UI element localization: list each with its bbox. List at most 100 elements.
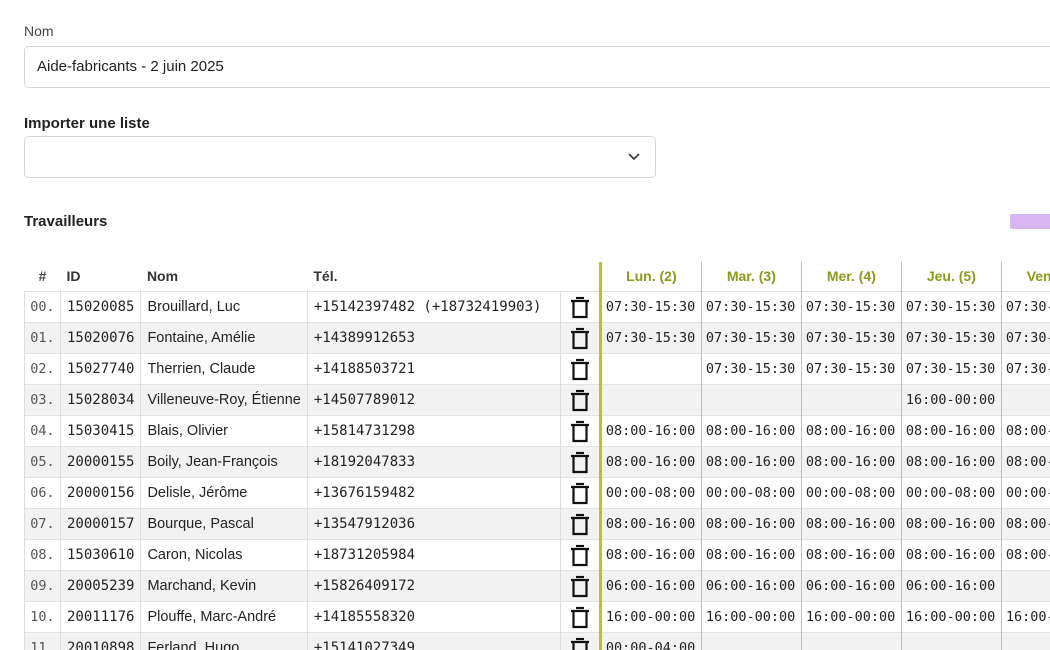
shift-cell[interactable]: 07:30-15:30 <box>700 290 802 322</box>
col-header-day[interactable]: Mar. (3) <box>700 262 802 291</box>
shift-cell[interactable]: 06:00-16:00 <box>700 569 802 601</box>
worker-id: 15020085 <box>60 290 142 322</box>
worker-id: 15030610 <box>60 538 142 570</box>
shift-cell[interactable]: 16:00-00:00 <box>700 600 802 632</box>
shift-cell[interactable]: 08:00-16:00 <box>598 445 702 477</box>
import-list-select[interactable] <box>24 136 656 178</box>
delete-row-button[interactable] <box>560 631 601 650</box>
shift-cell[interactable] <box>1000 383 1050 415</box>
table-row[interactable]: 00. 15020085 Brouillard, Luc +15142397482 (… <box>24 290 1050 322</box>
shift-cell[interactable] <box>700 383 802 415</box>
shift-cell[interactable] <box>800 383 902 415</box>
shift-cell[interactable]: 00:00-08:00 <box>800 476 902 508</box>
delete-row-button[interactable] <box>560 352 601 384</box>
shift-cell[interactable]: 00:00-08:00 <box>1000 476 1050 508</box>
shift-cell[interactable]: 16:00-00:00 <box>1000 600 1050 632</box>
delete-row-button[interactable] <box>560 600 601 632</box>
shift-cell[interactable]: 08:00-16:00 <box>598 414 702 446</box>
shift-cell[interactable]: 07:30-15:30 <box>598 290 702 322</box>
shift-cell[interactable]: 16:00-00:00 <box>900 383 1002 415</box>
shift-cell[interactable]: 08:00-16:00 <box>900 538 1002 570</box>
shift-cell[interactable] <box>1000 569 1050 601</box>
shift-cell[interactable]: 00:00-08:00 <box>598 476 702 508</box>
col-header-id[interactable]: ID <box>60 262 141 291</box>
table-row[interactable]: 10. 20011176 Plouffe, Marc-André +141855583… <box>24 600 1050 632</box>
name-input[interactable]: Aide-fabricants - 2 juin 2025 <box>24 46 1050 88</box>
shift-cell[interactable]: 08:00-16:00 <box>1000 445 1050 477</box>
delete-row-button[interactable] <box>560 569 601 601</box>
delete-row-button[interactable] <box>560 476 601 508</box>
shift-cell[interactable]: 08:00-16:00 <box>800 414 902 446</box>
table-row[interactable]: 04. 15030415 Blais, Olivier +15814731298 08:… <box>24 414 1050 446</box>
shift-cell[interactable]: 07:30-15:30 <box>800 321 902 353</box>
table-row[interactable]: 07. 20000157 Bourque, Pascal +13547912036 08… <box>24 507 1050 539</box>
delete-row-button[interactable] <box>560 383 601 415</box>
shift-cell[interactable]: 08:00-16:00 <box>598 538 702 570</box>
shift-cell[interactable]: 07:30-15:30 <box>900 290 1002 322</box>
col-header-day[interactable]: Mer. (4) <box>800 262 902 291</box>
shift-cell[interactable]: 08:00-16:00 <box>1000 538 1050 570</box>
shift-cell[interactable]: 08:00-16:00 <box>700 414 802 446</box>
shift-cell[interactable]: 08:00-16:00 <box>900 414 1002 446</box>
table-row[interactable]: 01. 15020076 Fontaine, Amélie +14389912653 0… <box>24 321 1050 353</box>
shift-cell[interactable]: 08:00-16:00 <box>700 445 802 477</box>
shift-cell[interactable]: 06:00-16:00 <box>598 569 702 601</box>
col-header-nom[interactable]: Nom <box>140 262 308 291</box>
shift-cell[interactable]: 07:30-15:30 <box>598 321 702 353</box>
row-number: 03. <box>24 383 61 415</box>
shift-cell[interactable] <box>700 631 802 650</box>
shift-cell[interactable]: 07:30-15:30 <box>800 290 902 322</box>
col-header-day[interactable]: Ven. (6) <box>1000 262 1050 291</box>
col-header-day[interactable]: Lun. (2) <box>598 262 702 291</box>
shift-cell[interactable]: 08:00-16:00 <box>700 507 802 539</box>
shift-cell[interactable] <box>1000 631 1050 650</box>
shift-cell[interactable]: 08:00-16:00 <box>800 445 902 477</box>
delete-row-button[interactable] <box>560 538 601 570</box>
table-row[interactable]: 09. 20005239 Marchand, Kevin +15826409172 06… <box>24 569 1050 601</box>
table-row[interactable]: 05. 20000155 Boily, Jean-François +18192047… <box>24 445 1050 477</box>
shift-cell[interactable]: 00:00-04:00 <box>598 631 702 650</box>
shift-cell[interactable]: 07:30-15:30 <box>1000 352 1050 384</box>
shift-cell[interactable]: 08:00-16:00 <box>700 538 802 570</box>
shift-cell[interactable]: 08:00-16:00 <box>800 507 902 539</box>
delete-row-button[interactable] <box>560 414 601 446</box>
shift-cell[interactable] <box>598 383 702 415</box>
shift-cell[interactable] <box>598 352 702 384</box>
shift-cell[interactable]: 07:30-15:30 <box>700 321 802 353</box>
delete-row-button[interactable] <box>560 290 601 322</box>
shift-cell[interactable]: 06:00-16:00 <box>900 569 1002 601</box>
delete-row-button[interactable] <box>560 445 601 477</box>
shift-cell[interactable]: 07:30-15:30 <box>1000 290 1050 322</box>
table-row[interactable]: 06. 20000156 Delisle, Jérôme +13676159482 00… <box>24 476 1050 508</box>
shift-cell[interactable]: 08:00-16:00 <box>900 445 1002 477</box>
table-row[interactable]: 11. 20010898 Ferland, Hugo +15141027349 00:0… <box>24 631 1050 650</box>
table-row[interactable]: 02. 15027740 Therrien, Claude +14188503721 0… <box>24 352 1050 384</box>
shift-cell[interactable]: 08:00-16:00 <box>1000 507 1050 539</box>
shift-cell[interactable]: 16:00-00:00 <box>598 600 702 632</box>
shift-cell[interactable]: 16:00-00:00 <box>800 600 902 632</box>
worker-phone: +13676159482 <box>307 476 561 508</box>
shift-cell[interactable]: 07:30-15:30 <box>700 352 802 384</box>
shift-cell[interactable]: 08:00-16:00 <box>1000 414 1050 446</box>
add-worker-button[interactable] <box>1010 214 1050 229</box>
worker-id: 20010898 <box>60 631 142 650</box>
delete-row-button[interactable] <box>560 321 601 353</box>
delete-row-button[interactable] <box>560 507 601 539</box>
table-row[interactable]: 08. 15030610 Caron, Nicolas +18731205984 08:… <box>24 538 1050 570</box>
shift-cell[interactable] <box>800 631 902 650</box>
shift-cell[interactable]: 00:00-08:00 <box>900 476 1002 508</box>
shift-cell[interactable]: 08:00-16:00 <box>800 538 902 570</box>
shift-cell[interactable] <box>900 631 1002 650</box>
shift-cell[interactable]: 08:00-16:00 <box>598 507 702 539</box>
shift-cell[interactable]: 07:30-15:30 <box>800 352 902 384</box>
shift-cell[interactable]: 00:00-08:00 <box>700 476 802 508</box>
table-row[interactable]: 03. 15028034 Villeneuve-Roy, Étienne +14507… <box>24 383 1050 415</box>
shift-cell[interactable]: 07:30-15:30 <box>900 352 1002 384</box>
col-header-tel[interactable]: Tél. <box>307 262 561 291</box>
col-header-day[interactable]: Jeu. (5) <box>900 262 1002 291</box>
shift-cell[interactable]: 07:30-15:30 <box>900 321 1002 353</box>
shift-cell[interactable]: 08:00-16:00 <box>900 507 1002 539</box>
shift-cell[interactable]: 16:00-00:00 <box>900 600 1002 632</box>
shift-cell[interactable]: 06:00-16:00 <box>800 569 902 601</box>
shift-cell[interactable]: 07:30-15:30 <box>1000 321 1050 353</box>
